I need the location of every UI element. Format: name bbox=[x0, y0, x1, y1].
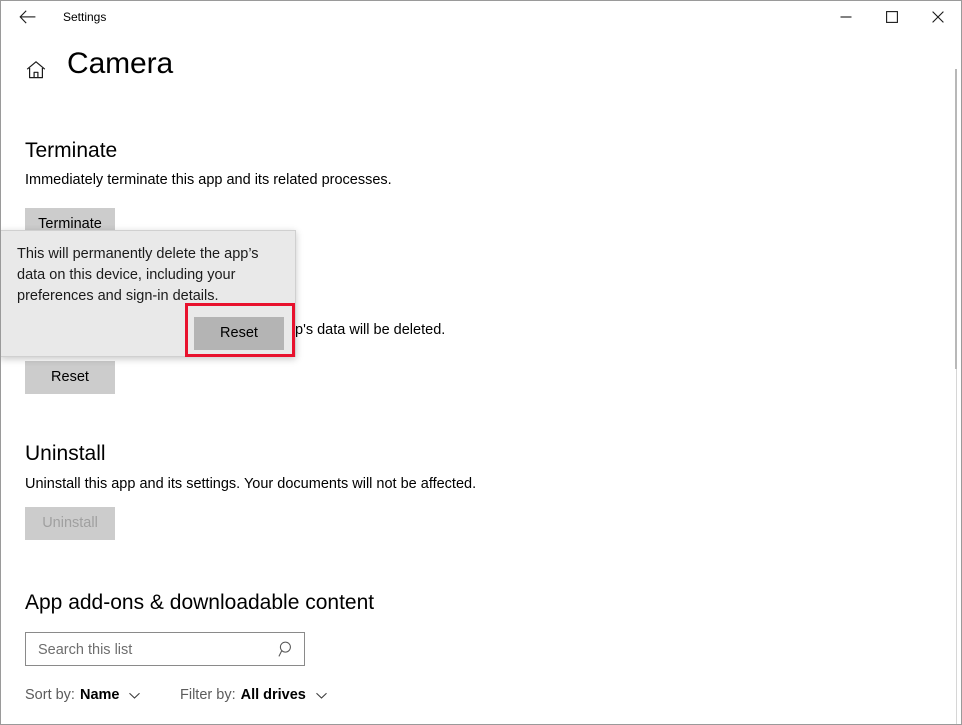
addons-heading: App add-ons & downloadable content bbox=[25, 591, 375, 614]
search-input[interactable] bbox=[36, 633, 272, 667]
back-button[interactable] bbox=[7, 1, 47, 33]
uninstall-description: Uninstall this app and its settings. You… bbox=[25, 476, 477, 492]
window-title: Settings bbox=[63, 10, 107, 24]
reset-description: p's data will be deleted. bbox=[295, 322, 446, 338]
filter-by-label: Filter by: bbox=[180, 687, 236, 703]
chevron-down-icon bbox=[128, 689, 141, 702]
search-icon[interactable] bbox=[278, 640, 296, 658]
search-box[interactable] bbox=[25, 632, 305, 667]
close-icon bbox=[932, 11, 944, 23]
sort-by-value: Name bbox=[79, 687, 120, 703]
chevron-down-icon bbox=[315, 689, 328, 702]
scrollbar-thumb[interactable] bbox=[955, 69, 957, 369]
back-arrow-icon bbox=[18, 10, 36, 24]
uninstall-button[interactable]: Uninstall bbox=[25, 507, 115, 540]
page-title: Camera bbox=[67, 47, 174, 80]
vertical-scrollbar[interactable] bbox=[945, 33, 960, 724]
filter-by-dropdown[interactable]: Filter by: All drives bbox=[180, 685, 328, 705]
reset-confirmation-flyout: This will permanently delete the app’s d… bbox=[1, 230, 296, 357]
maximize-button[interactable] bbox=[869, 1, 915, 33]
settings-content: Terminate Immediately terminate this app… bbox=[1, 111, 953, 724]
close-button[interactable] bbox=[915, 1, 961, 33]
flyout-message: This will permanently delete the app’s d… bbox=[17, 246, 259, 304]
uninstall-heading: Uninstall bbox=[25, 442, 106, 465]
filter-by-value: All drives bbox=[240, 687, 306, 703]
home-icon[interactable] bbox=[25, 59, 47, 81]
reset-button[interactable]: Reset bbox=[25, 361, 115, 394]
flyout-reset-confirm-button[interactable]: Reset bbox=[194, 317, 284, 350]
title-bar: Settings bbox=[1, 1, 961, 33]
settings-window: Settings Camera Terminate Immediately te… bbox=[0, 0, 962, 725]
sort-by-dropdown[interactable]: Sort by: Name bbox=[25, 685, 141, 705]
minimize-button[interactable] bbox=[823, 1, 869, 33]
minimize-icon bbox=[840, 11, 852, 23]
terminate-heading: Terminate bbox=[25, 139, 118, 162]
terminate-description: Immediately terminate this app and its r… bbox=[25, 172, 392, 188]
maximize-icon bbox=[886, 11, 898, 23]
sort-by-label: Sort by: bbox=[25, 687, 75, 703]
page-header: Camera bbox=[1, 47, 961, 99]
